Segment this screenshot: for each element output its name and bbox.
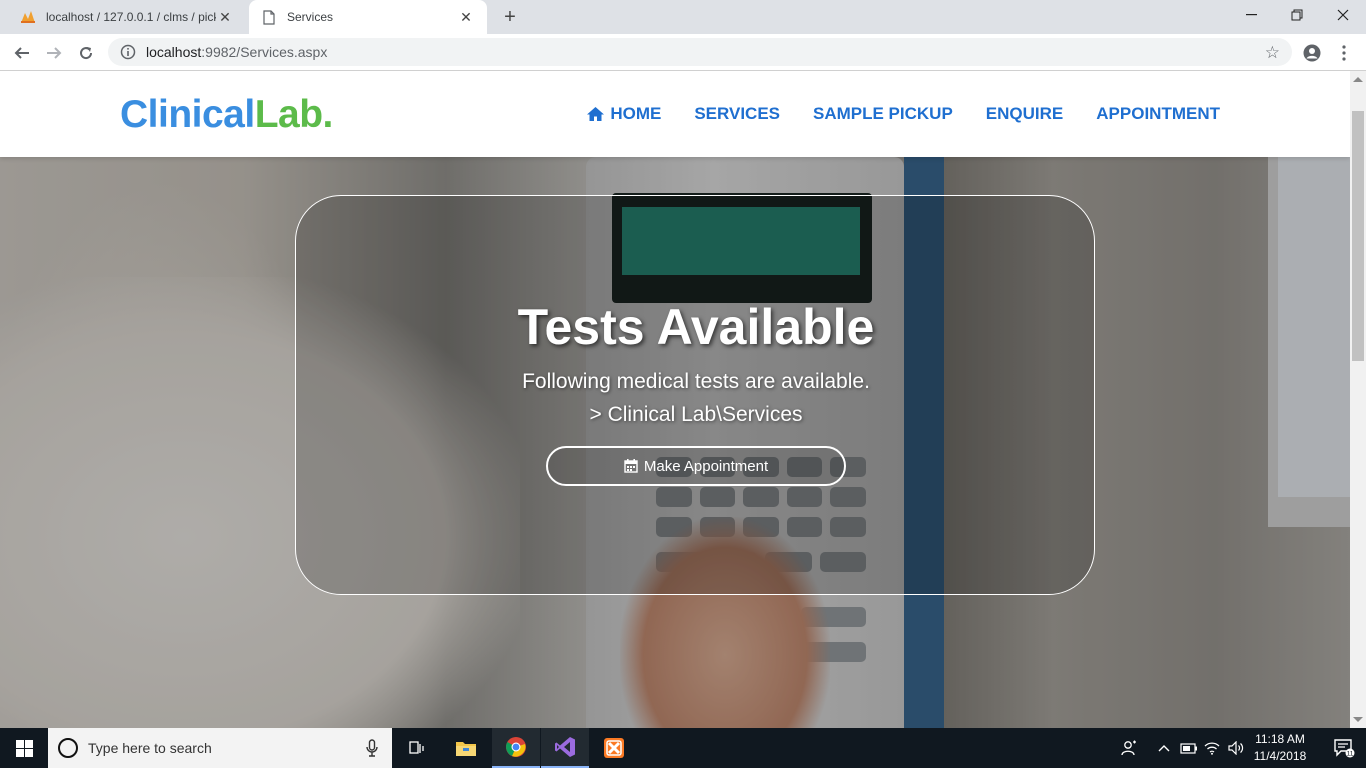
bookmark-star-icon[interactable]: ☆ bbox=[1265, 43, 1280, 63]
scroll-down-arrow-icon[interactable] bbox=[1353, 717, 1363, 722]
close-window-button[interactable] bbox=[1320, 0, 1366, 30]
make-appointment-label: Make Appointment bbox=[643, 457, 769, 475]
cortana-icon bbox=[58, 738, 78, 758]
home-icon bbox=[586, 106, 605, 122]
windows-taskbar: Type here to search 11:18 AM 11/4/2018 1… bbox=[0, 728, 1366, 768]
page-scrollbar[interactable] bbox=[1350, 71, 1366, 728]
show-hidden-icons-chevron-icon[interactable] bbox=[1158, 728, 1170, 768]
close-tab-icon[interactable]: ✕ bbox=[216, 8, 234, 26]
hero-subtitle: Following medical tests are available. bbox=[522, 370, 870, 393]
taskbar-search-input[interactable]: Type here to search bbox=[48, 728, 392, 768]
address-bar[interactable]: localhost:9982/Services.aspx ☆ bbox=[108, 38, 1292, 66]
battery-icon[interactable] bbox=[1180, 728, 1198, 768]
phpmyadmin-icon bbox=[20, 9, 36, 25]
make-appointment-button[interactable]: Make Appointment bbox=[546, 446, 846, 486]
new-tab-button[interactable]: + bbox=[498, 5, 522, 29]
wifi-icon[interactable] bbox=[1204, 728, 1220, 768]
file-explorer-icon[interactable] bbox=[442, 728, 490, 768]
nav-sample-pickup[interactable]: SAMPLE PICKUP bbox=[813, 104, 953, 124]
calendar-icon bbox=[624, 459, 638, 473]
web-page: ClinicalLab. HOME SERVICES SAMPLE PICKUP… bbox=[0, 71, 1350, 728]
nav-services[interactable]: SERVICES bbox=[694, 104, 780, 124]
tab-services[interactable]: Services ✕ bbox=[249, 0, 487, 34]
notification-count-badge: 11 bbox=[1347, 750, 1354, 757]
scroll-up-arrow-icon[interactable] bbox=[1353, 77, 1363, 82]
hero-section: Tests Available Following medical tests … bbox=[0, 157, 1350, 728]
windows-start-button[interactable] bbox=[0, 728, 48, 768]
xampp-icon[interactable] bbox=[590, 728, 638, 768]
tab-title: Services bbox=[287, 10, 334, 24]
reload-icon[interactable] bbox=[72, 39, 100, 67]
tab-title: localhost / 127.0.0.1 / clms / pick bbox=[46, 10, 216, 24]
search-placeholder: Type here to search bbox=[88, 740, 212, 756]
url-host: localhost bbox=[146, 44, 202, 60]
task-view-icon[interactable] bbox=[392, 728, 440, 768]
tab-phpmyadmin[interactable]: localhost / 127.0.0.1 / clms / pick ✕ bbox=[8, 0, 246, 34]
site-header: ClinicalLab. HOME SERVICES SAMPLE PICKUP… bbox=[0, 71, 1350, 157]
site-logo[interactable]: ClinicalLab. bbox=[120, 93, 333, 137]
breadcrumb: > Clinical Lab\Services bbox=[589, 403, 803, 426]
logo-text-lab: Lab. bbox=[254, 93, 334, 136]
back-arrow-icon[interactable] bbox=[8, 39, 36, 67]
info-icon[interactable] bbox=[120, 44, 136, 60]
url-path: :9982/Services.aspx bbox=[201, 44, 328, 60]
chrome-icon[interactable] bbox=[492, 728, 540, 768]
action-center-icon[interactable]: 11 bbox=[1322, 728, 1366, 768]
close-tab-icon[interactable]: ✕ bbox=[457, 8, 475, 26]
taskbar-clock[interactable]: 11:18 AM 11/4/2018 bbox=[1240, 731, 1320, 765]
page-title: Tests Available bbox=[517, 299, 875, 355]
page-icon bbox=[261, 9, 277, 25]
browser-tab-strip: localhost / 127.0.0.1 / clms / pick ✕ Se… bbox=[0, 0, 1366, 34]
nav-appointment[interactable]: APPOINTMENT bbox=[1096, 104, 1220, 124]
visual-studio-icon[interactable] bbox=[541, 728, 589, 768]
main-nav: HOME SERVICES SAMPLE PICKUP ENQUIRE APPO… bbox=[586, 104, 1220, 124]
nav-home-label: HOME bbox=[610, 104, 662, 123]
browser-toolbar: localhost:9982/Services.aspx ☆ bbox=[0, 34, 1366, 71]
hero-card: Tests Available Following medical tests … bbox=[295, 195, 1095, 595]
restore-button[interactable] bbox=[1274, 0, 1320, 30]
nav-enquire[interactable]: ENQUIRE bbox=[986, 104, 1063, 124]
logo-text-clinical: Clinical bbox=[120, 93, 255, 136]
menu-kebab-icon[interactable] bbox=[1330, 39, 1358, 67]
windows-logo-icon bbox=[15, 739, 33, 757]
clock-time: 11:18 AM bbox=[1255, 732, 1305, 746]
people-icon[interactable] bbox=[1120, 728, 1138, 768]
microphone-icon[interactable] bbox=[366, 739, 378, 760]
profile-icon[interactable] bbox=[1298, 39, 1326, 67]
nav-home[interactable]: HOME bbox=[586, 104, 661, 124]
forward-arrow-icon[interactable] bbox=[40, 39, 68, 67]
clock-date: 11/4/2018 bbox=[1253, 749, 1307, 763]
minimize-button[interactable] bbox=[1228, 0, 1274, 30]
scrollbar-thumb[interactable] bbox=[1352, 111, 1364, 361]
